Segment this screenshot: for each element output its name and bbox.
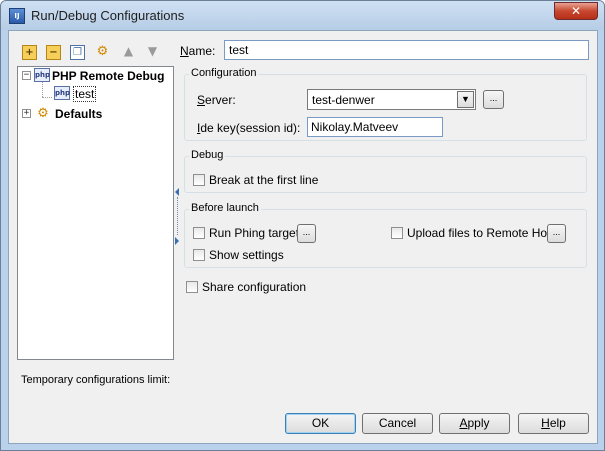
- help-button[interactable]: Help: [518, 413, 589, 434]
- upload-files-browse-button[interactable]: ...: [547, 224, 566, 243]
- expand-toggle-icon[interactable]: +: [22, 109, 31, 118]
- name-input[interactable]: test: [224, 40, 589, 60]
- show-settings-checkbox[interactable]: [193, 249, 205, 261]
- apply-button[interactable]: Apply: [439, 413, 510, 434]
- server-browse-button[interactable]: ...: [483, 90, 504, 109]
- php-remote-debug-icon: php: [34, 68, 50, 82]
- dialog-client-area: + − ❐ ⚙ ▲ ▼ − php PHP Remote Debug php t…: [8, 30, 598, 444]
- configuration-group: Configuration Server: test-denwer ▼ ... …: [184, 67, 587, 141]
- run-phing-target-checkbox[interactable]: [193, 227, 205, 239]
- splitter-right-arrow-icon[interactable]: [175, 237, 179, 245]
- upload-files-label[interactable]: Upload files to Remote Host: [407, 226, 556, 240]
- chevron-down-icon[interactable]: ▼: [457, 91, 474, 108]
- tree-item-test[interactable]: test: [73, 86, 97, 102]
- close-icon: ✕: [570, 4, 582, 18]
- ok-button[interactable]: OK: [285, 413, 356, 434]
- name-label: Name:: [180, 44, 216, 58]
- tree-connector: [42, 82, 43, 97]
- tree-item-test-label: test: [73, 86, 97, 102]
- remove-icon[interactable]: −: [46, 45, 61, 60]
- share-configuration-checkbox[interactable]: [186, 281, 198, 293]
- edit-defaults-icon[interactable]: ⚙: [95, 45, 110, 60]
- php-config-icon: php: [54, 86, 70, 100]
- show-settings-label[interactable]: Show settings: [209, 248, 284, 262]
- defaults-icon: ⚙: [37, 105, 49, 120]
- break-first-line-checkbox[interactable]: [193, 174, 205, 186]
- copy-icon[interactable]: ❐: [70, 45, 85, 60]
- ide-key-label: Ide key(session id):: [197, 121, 301, 135]
- share-configuration-label[interactable]: Share configuration: [202, 280, 306, 294]
- before-launch-group: Before launch Run Phing target ... Uploa…: [184, 202, 587, 268]
- server-label: Server:: [197, 93, 236, 107]
- add-icon[interactable]: +: [22, 45, 37, 60]
- before-launch-group-title: Before launch: [189, 202, 261, 214]
- splitter-handle[interactable]: [177, 197, 179, 235]
- close-button[interactable]: ✕: [554, 2, 598, 20]
- app-icon: IJ: [9, 8, 25, 24]
- title-bar[interactable]: IJ Run/Debug Configurations ✕: [1, 1, 604, 30]
- run-phing-browse-button[interactable]: ...: [297, 224, 316, 243]
- run-phing-target-label[interactable]: Run Phing target: [209, 226, 299, 240]
- arrow-down-icon[interactable]: ▼: [145, 45, 160, 60]
- tree-connector: [42, 97, 52, 98]
- temporary-configurations-limit-label: Temporary configurations limit:: [21, 374, 171, 386]
- window-title: Run/Debug Configurations: [31, 8, 185, 23]
- break-first-line-label[interactable]: Break at the first line: [209, 173, 318, 187]
- collapse-toggle-icon[interactable]: −: [22, 71, 31, 80]
- cancel-button[interactable]: Cancel: [362, 413, 433, 434]
- ide-key-input[interactable]: Nikolay.Matveev: [307, 117, 443, 137]
- dialog-window: IJ Run/Debug Configurations ✕ + − ❐ ⚙ ▲ …: [0, 0, 605, 451]
- debug-group: Debug Break at the first line: [184, 149, 587, 193]
- debug-group-title: Debug: [189, 149, 226, 161]
- tree-item-php-remote-debug[interactable]: PHP Remote Debug: [52, 69, 164, 83]
- tree-item-defaults[interactable]: Defaults: [55, 107, 102, 121]
- splitter-left-arrow-icon[interactable]: [175, 188, 179, 196]
- server-select-value: test-denwer: [312, 93, 375, 107]
- server-select[interactable]: test-denwer ▼: [307, 89, 476, 110]
- arrow-up-icon[interactable]: ▲: [121, 45, 136, 60]
- configuration-tree[interactable]: − php PHP Remote Debug php test + ⚙ Defa…: [17, 66, 174, 360]
- upload-files-checkbox[interactable]: [391, 227, 403, 239]
- configuration-group-title: Configuration: [189, 67, 259, 79]
